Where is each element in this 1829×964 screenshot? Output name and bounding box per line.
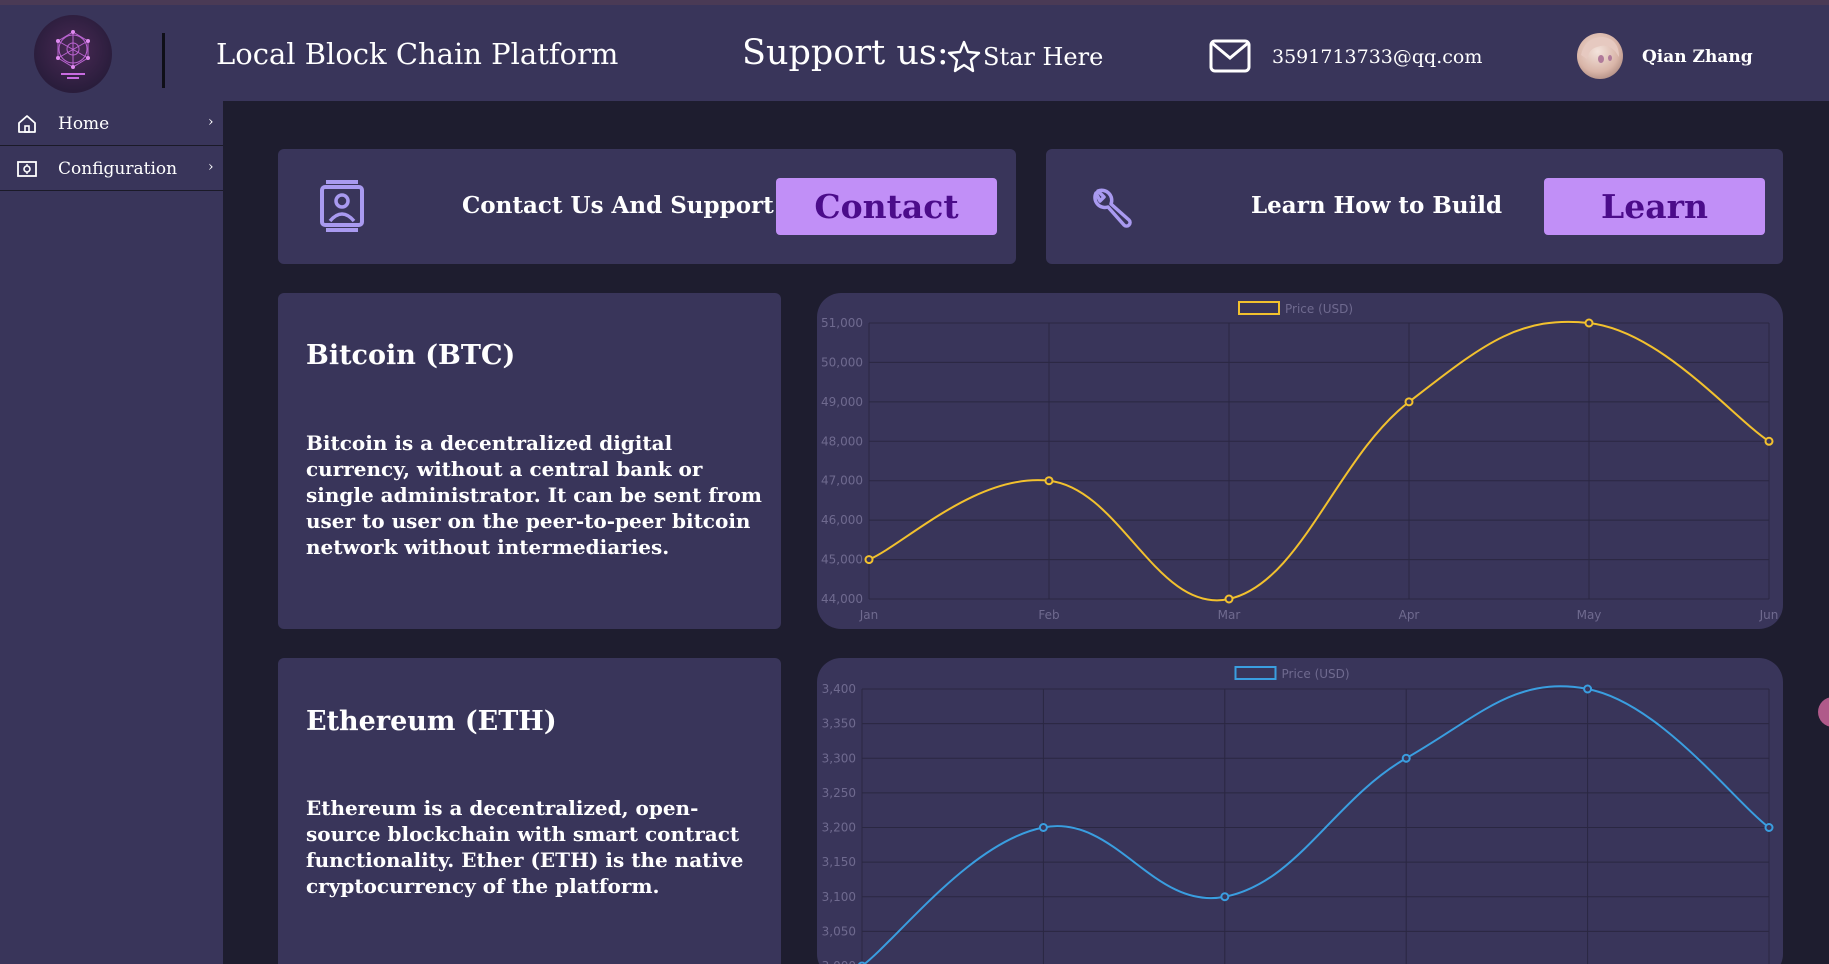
star-icon[interactable] xyxy=(946,39,982,75)
x-tick-label: Jan xyxy=(859,608,879,622)
contact-card-icon xyxy=(320,180,364,232)
settings-panel-icon xyxy=(17,161,37,177)
y-tick-label: 3,200 xyxy=(822,821,856,835)
data-point xyxy=(1224,594,1234,604)
y-tick-label: 47,000 xyxy=(821,474,863,488)
data-point xyxy=(1764,823,1774,832)
support-label: Support us: xyxy=(742,33,949,73)
eth-price-chart: Price (USD) 3,000 3,050 3,100 3,150 3,200 3,25… xyxy=(817,658,1783,964)
network-logo-icon[interactable] xyxy=(34,15,112,93)
sidebar: Home › Configuration › xyxy=(0,101,223,964)
data-point xyxy=(1401,753,1411,763)
legend-label: Price (USD) xyxy=(1282,667,1350,681)
y-tick-label: 3,400 xyxy=(822,682,856,696)
star-link[interactable]: Star Here xyxy=(983,43,1103,71)
floating-action-button[interactable] xyxy=(1818,697,1829,727)
learn-build-text: Learn How to Build xyxy=(1251,192,1503,219)
x-tick-label: Apr xyxy=(1399,608,1420,622)
wrench-icon xyxy=(1093,188,1132,228)
sidebar-item-home[interactable]: Home › xyxy=(0,101,223,146)
coin-title: Bitcoin (BTC) xyxy=(306,340,516,371)
y-tick-label: 44,000 xyxy=(821,592,863,606)
y-tick-label: 3,250 xyxy=(822,786,856,800)
sidebar-item-label: Home xyxy=(58,114,110,134)
contact-support-text: Contact Us And Support xyxy=(462,192,774,219)
sidebar-item-configuration[interactable]: Configuration › xyxy=(0,146,223,191)
ethereum-info-card: Ethereum (ETH) Ethereum is a decentraliz… xyxy=(278,658,781,964)
contact-email[interactable]: 3591713733@qq.com xyxy=(1272,46,1482,68)
coin-description: Ethereum is a decentralized, open-source… xyxy=(306,796,744,898)
data-point xyxy=(1044,476,1054,486)
learn-button[interactable]: Learn xyxy=(1544,178,1765,235)
app-title: Local Block Chain Platform xyxy=(216,37,619,71)
data-point xyxy=(1764,436,1774,446)
data-point xyxy=(1220,892,1230,902)
data-point xyxy=(1038,823,1048,832)
y-tick-label: 3,050 xyxy=(822,924,856,938)
btc-price-chart: Price (USD) 44,000 45,000 46,000 47,000 48,00… xyxy=(817,293,1783,629)
learn-build-card: Learn How to Build Learn xyxy=(1046,149,1783,264)
user-name[interactable]: Qian Zhang xyxy=(1642,47,1753,67)
home-icon xyxy=(18,115,36,133)
coin-title: Ethereum (ETH) xyxy=(306,706,557,737)
y-tick-label: 51,000 xyxy=(821,316,863,330)
legend-swatch xyxy=(1238,301,1280,315)
y-tick-label: 46,000 xyxy=(821,513,863,527)
x-tick-label: Mar xyxy=(1218,608,1241,622)
bitcoin-info-card: Bitcoin (BTC) Bitcoin is a decentralized… xyxy=(278,293,781,629)
x-tick-label: Feb xyxy=(1038,608,1059,622)
top-header: Local Block Chain Platform Support us: S… xyxy=(0,5,1829,101)
avatar[interactable] xyxy=(1577,33,1623,79)
data-point xyxy=(1584,318,1594,328)
chevron-right-icon: › xyxy=(208,114,214,130)
series-line xyxy=(868,320,1770,602)
btc-chart-svg: Price (USD) 44,000 45,000 46,000 47,000 48,00… xyxy=(821,301,1779,622)
y-tick-label: 48,000 xyxy=(821,434,863,448)
y-tick-label: 3,100 xyxy=(822,890,856,904)
data-point xyxy=(1404,397,1414,407)
x-tick-label: May xyxy=(1577,608,1602,622)
contact-support-card: Contact Us And Support Contact xyxy=(278,149,1016,264)
y-tick-label: 45,000 xyxy=(821,553,863,567)
y-tick-label: 3,300 xyxy=(822,751,856,765)
contact-button[interactable]: Contact xyxy=(776,178,997,235)
legend-swatch xyxy=(1234,666,1277,680)
series-line xyxy=(862,685,1770,964)
y-tick-label: 3,150 xyxy=(822,855,856,869)
y-tick-label: 3,350 xyxy=(822,717,856,731)
y-tick-label: 49,000 xyxy=(821,395,863,409)
x-tick-label: Jun xyxy=(1759,608,1779,622)
data-point xyxy=(1583,684,1593,694)
legend-label: Price (USD) xyxy=(1285,302,1353,316)
coin-description: Bitcoin is a decentralized digital curre… xyxy=(306,431,762,559)
header-divider xyxy=(162,33,165,88)
y-tick-label: 3,000 xyxy=(822,959,856,964)
sidebar-item-label: Configuration xyxy=(58,159,178,179)
chevron-right-icon: › xyxy=(208,159,214,175)
y-tick-label: 50,000 xyxy=(821,355,863,369)
mail-icon[interactable] xyxy=(1208,38,1252,74)
data-point xyxy=(864,555,874,565)
eth-chart-svg: Price (USD) 3,000 3,050 3,100 3,150 3,200 3,25… xyxy=(822,666,1774,964)
